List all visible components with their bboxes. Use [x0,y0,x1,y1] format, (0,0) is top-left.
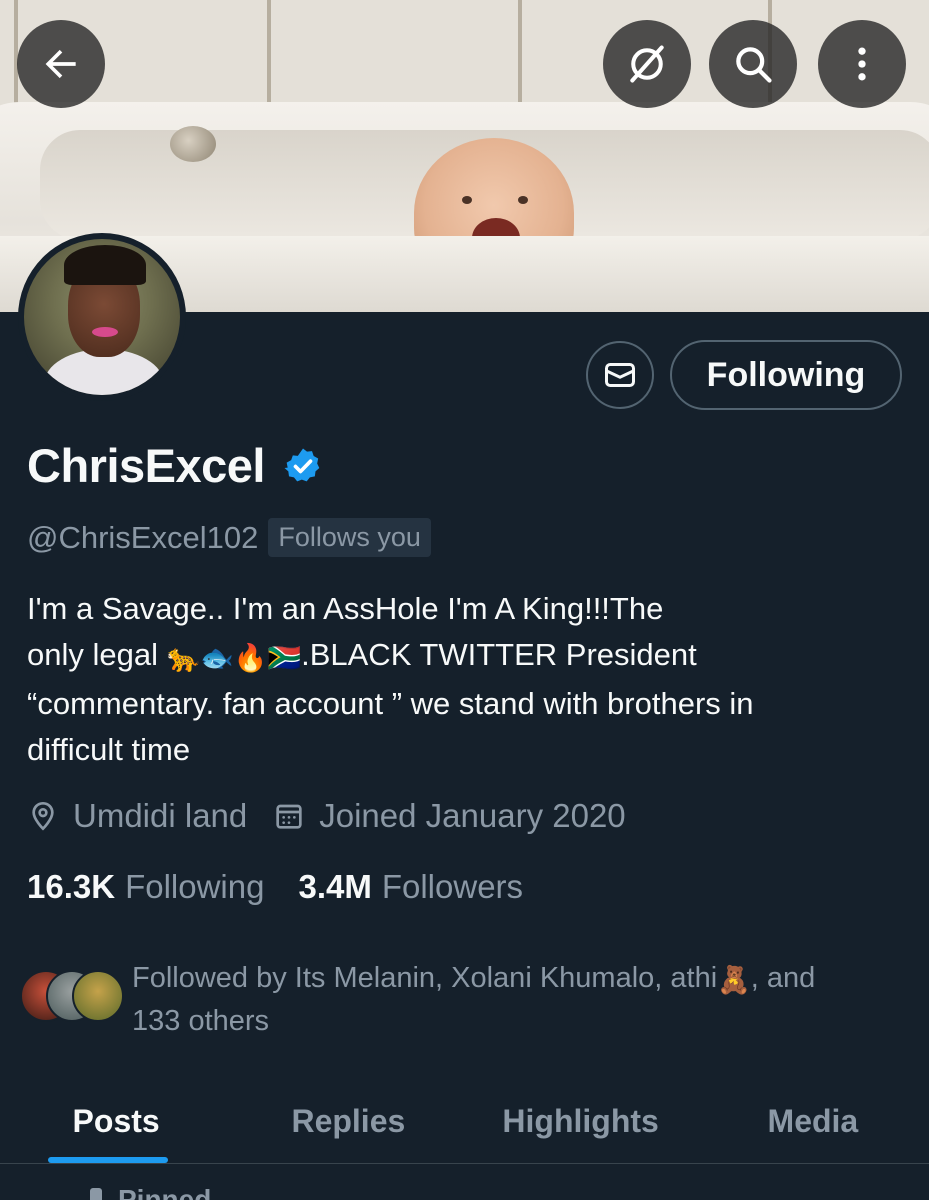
join-date: Joined January 2020 [273,797,626,835]
following-label[interactable]: Following [125,868,264,906]
more-options-button[interactable] [818,20,906,108]
followed-by-text: Followed by Its Melanin, Xolani Khumalo,… [132,962,816,1037]
follow-stats: 16.3K Following 3.4M Followers [27,868,557,906]
pinned-header: Pinned [90,1184,211,1200]
location-pin-icon [32,801,54,831]
profile-bio: I'm a Savage.. I'm an AssHole I'm A King… [27,586,907,773]
verified-badge-icon[interactable] [283,446,323,486]
leopard-emoji: 🐆 [166,643,201,673]
bio-line-2: only legal 🐆🐟🔥🇿🇦.BLACK TWITTER President [27,632,907,681]
south-africa-flag-emoji: 🇿🇦 [267,643,302,673]
bio-line-1: I'm a Savage.. I'm an AssHole I'm A King… [27,591,664,626]
search-icon [736,47,772,83]
avatar-photo [24,239,180,395]
location: Umdidi land [27,797,247,835]
mutual-avatars [20,970,126,1026]
tab-highlights[interactable]: Highlights [465,1080,697,1163]
following-button[interactable]: Following [670,340,902,410]
grok-icon [630,45,664,83]
tab-posts[interactable]: Posts [0,1080,232,1163]
grok-button[interactable] [603,20,691,108]
following-count[interactable]: 16.3K [27,868,115,906]
calendar-icon [276,804,302,829]
follows-you-badge: Follows you [268,518,431,557]
active-tab-indicator [48,1157,168,1163]
tab-replies[interactable]: Replies [232,1080,464,1163]
search-button[interactable] [709,20,797,108]
pinned-label: Pinned [118,1184,212,1200]
fish-emoji: 🐟 [200,643,234,673]
back-button[interactable] [17,20,105,108]
location-text: Umdidi land [73,797,248,834]
bio-line-4: difficult time [27,732,191,767]
message-button[interactable] [586,341,654,409]
profile-avatar[interactable] [18,233,186,401]
banner-drain [170,126,216,162]
more-vertical-icon [858,47,866,81]
user-handle: @ChrisExcel102 [27,519,259,555]
followers-label[interactable]: Followers [382,868,523,906]
followed-by-section[interactable]: Followed by Its Melanin, Xolani Khumalo,… [20,958,892,1042]
tab-media[interactable]: Media [697,1080,929,1163]
fire-emoji: 🔥 [233,643,268,673]
pin-icon [90,1188,102,1200]
teddy-bear-emoji: 🧸 [717,965,751,995]
profile-meta: Umdidi land Joined January 2020 [27,797,652,835]
mail-icon [605,363,635,387]
joined-text: Joined January 2020 [319,797,626,834]
arrow-left-icon [45,49,76,79]
bio-line-3: “commentary. fan account ” we stand with… [27,686,754,721]
handle-row: @ChrisExcel102 Follows you [27,518,431,557]
mutual-avatar [72,970,124,1022]
name-row: ChrisExcel [27,438,323,493]
profile-tabs: Posts Replies Highlights Media [0,1080,929,1164]
display-name: ChrisExcel [27,439,265,492]
followers-count[interactable]: 3.4M [298,868,371,906]
